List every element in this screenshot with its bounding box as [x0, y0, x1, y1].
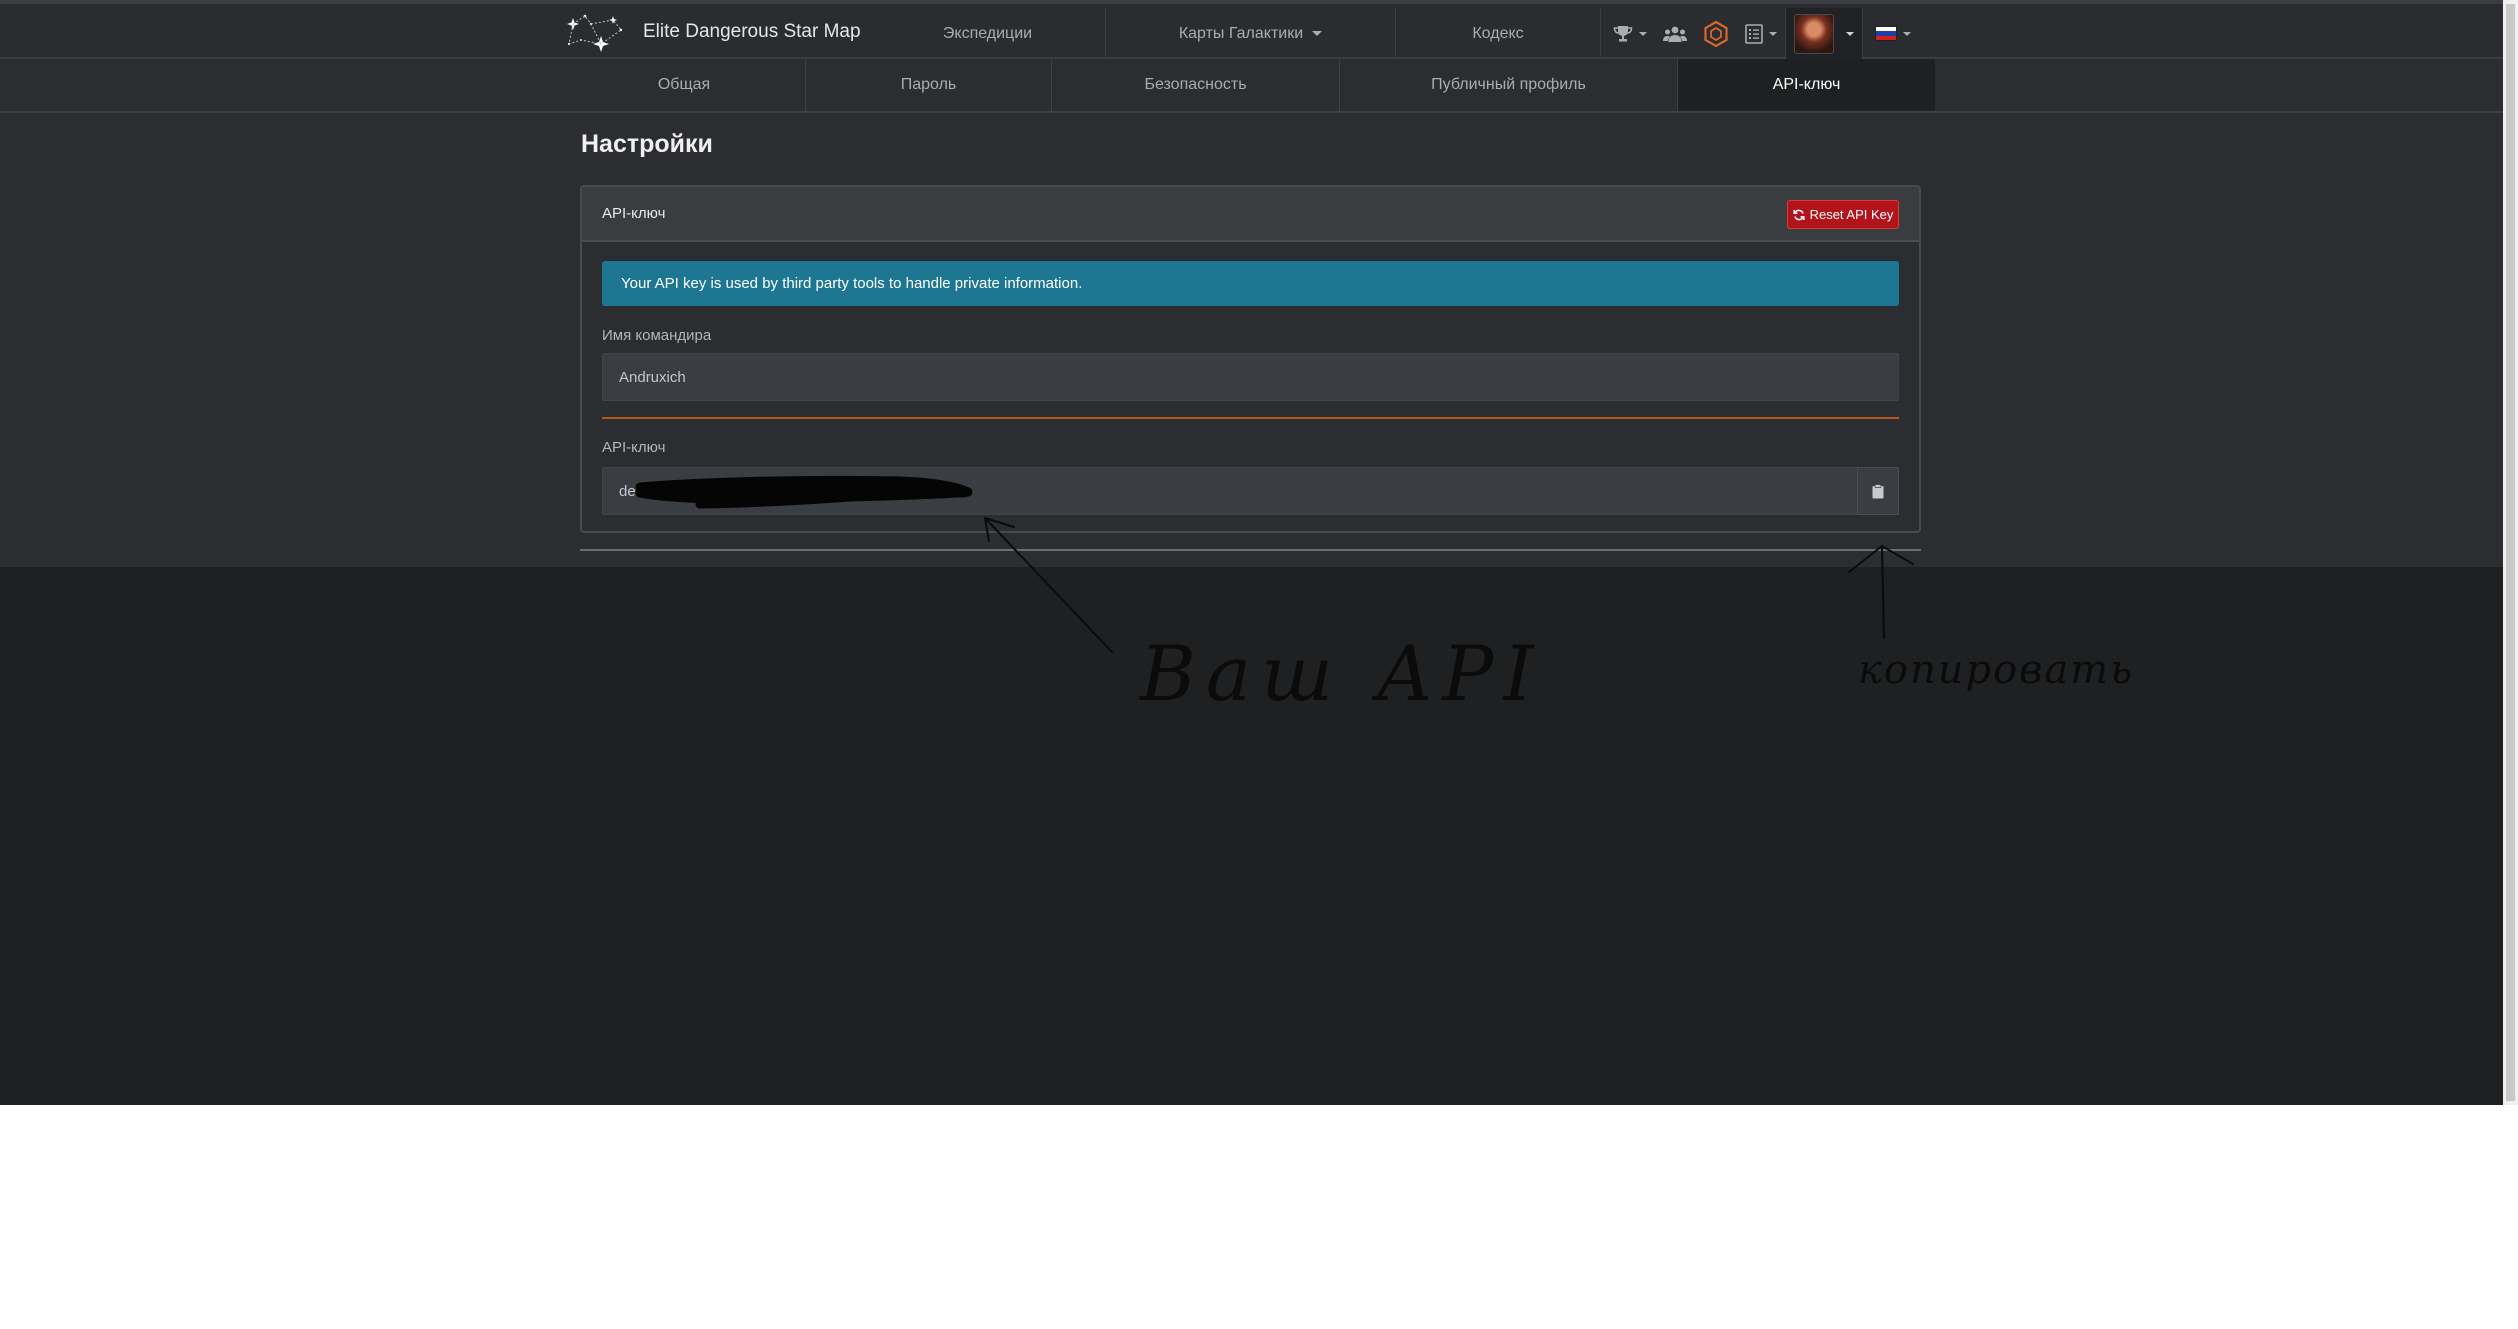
tab-password[interactable]: Пароль	[806, 59, 1052, 111]
star-map-logo-icon	[567, 14, 623, 52]
nav-galaxy-maps-label: Карты Галактики	[1178, 24, 1304, 42]
tab-security-label: Безопасность	[1144, 76, 1247, 93]
nav-codex-label: Кодекс	[1472, 24, 1524, 42]
content-divider	[580, 549, 1921, 551]
top-navbar: Elite Dangerous Star Map Экспедиции Карт…	[0, 4, 2503, 59]
card-title: API-ключ	[602, 205, 666, 222]
api-key-card: API-ключ Reset API Key Your API key is u…	[580, 185, 1921, 533]
community-button[interactable]	[1655, 8, 1695, 59]
orange-divider	[602, 417, 1899, 419]
nav-expeditions[interactable]: Экспедиции	[870, 8, 1105, 59]
hexagon-button[interactable]	[1695, 8, 1737, 59]
caret-down-icon	[1769, 31, 1777, 36]
avatar	[1794, 13, 1834, 54]
nav-icon-group	[1600, 8, 1919, 59]
tab-security[interactable]: Безопасность	[1052, 59, 1340, 111]
users-icon	[1663, 26, 1687, 42]
tab-public-profile[interactable]: Публичный профиль	[1340, 59, 1678, 111]
settings-tabs: Общая Пароль Безопасность Публичный проф…	[0, 59, 2503, 113]
flag-ru-icon	[1875, 26, 1897, 41]
logbook-dropdown[interactable]	[1737, 8, 1785, 59]
annotation-your-api: Ваш API	[1138, 629, 1543, 718]
brand-title: Elite Dangerous Star Map	[643, 21, 861, 42]
tab-general-label: Общая	[657, 76, 711, 93]
tab-password-label: Пароль	[900, 76, 957, 93]
page-title: Настройки	[581, 130, 713, 158]
info-alert-text: Your API key is used by third party tool…	[621, 275, 1083, 292]
nav-codex[interactable]: Кодекс	[1395, 8, 1600, 59]
api-key-input[interactable]	[602, 467, 1858, 515]
tab-public-profile-label: Публичный профиль	[1431, 76, 1586, 93]
api-key-label: API-ключ	[602, 439, 666, 456]
brand-link[interactable]: Elite Dangerous Star Map	[563, 10, 861, 54]
tab-general[interactable]: Общая	[563, 59, 806, 111]
reset-api-key-button[interactable]: Reset API Key	[1787, 200, 1899, 229]
tab-api-key[interactable]: API-ключ	[1678, 59, 1935, 111]
reset-api-key-label: Reset API Key	[1809, 207, 1894, 222]
nav-galaxy-maps-dropdown[interactable]: Карты Галактики	[1105, 8, 1395, 59]
hexagon-icon	[1704, 20, 1728, 47]
app-window: Elite Dangerous Star Map Экспедиции Карт…	[0, 0, 2503, 1105]
card-header: API-ключ Reset API Key	[582, 187, 1919, 242]
commander-name-label: Имя командира	[602, 327, 712, 344]
caret-down-icon	[1903, 31, 1911, 36]
info-alert: Your API key is used by third party tool…	[602, 261, 1899, 306]
caret-down-icon	[1639, 31, 1647, 36]
language-dropdown[interactable]	[1863, 8, 1919, 59]
user-menu-dropdown[interactable]	[1785, 8, 1863, 59]
refresh-icon	[1793, 209, 1805, 220]
achievements-dropdown[interactable]	[1601, 8, 1655, 59]
copy-api-key-button[interactable]	[1857, 467, 1899, 515]
trophy-icon	[1613, 25, 1633, 41]
annotation-copy: копировать	[1858, 647, 2134, 693]
caret-down-icon	[1846, 31, 1854, 36]
caret-down-icon	[1312, 31, 1323, 36]
list-icon	[1745, 23, 1763, 44]
tab-api-key-label: API-ключ	[1772, 76, 1841, 93]
commander-name-input[interactable]	[602, 353, 1899, 401]
scrollbar-thumb[interactable]	[2506, 4, 2515, 1101]
nav-expeditions-label: Экспедиции	[942, 24, 1033, 42]
clipboard-icon	[1872, 483, 1884, 498]
